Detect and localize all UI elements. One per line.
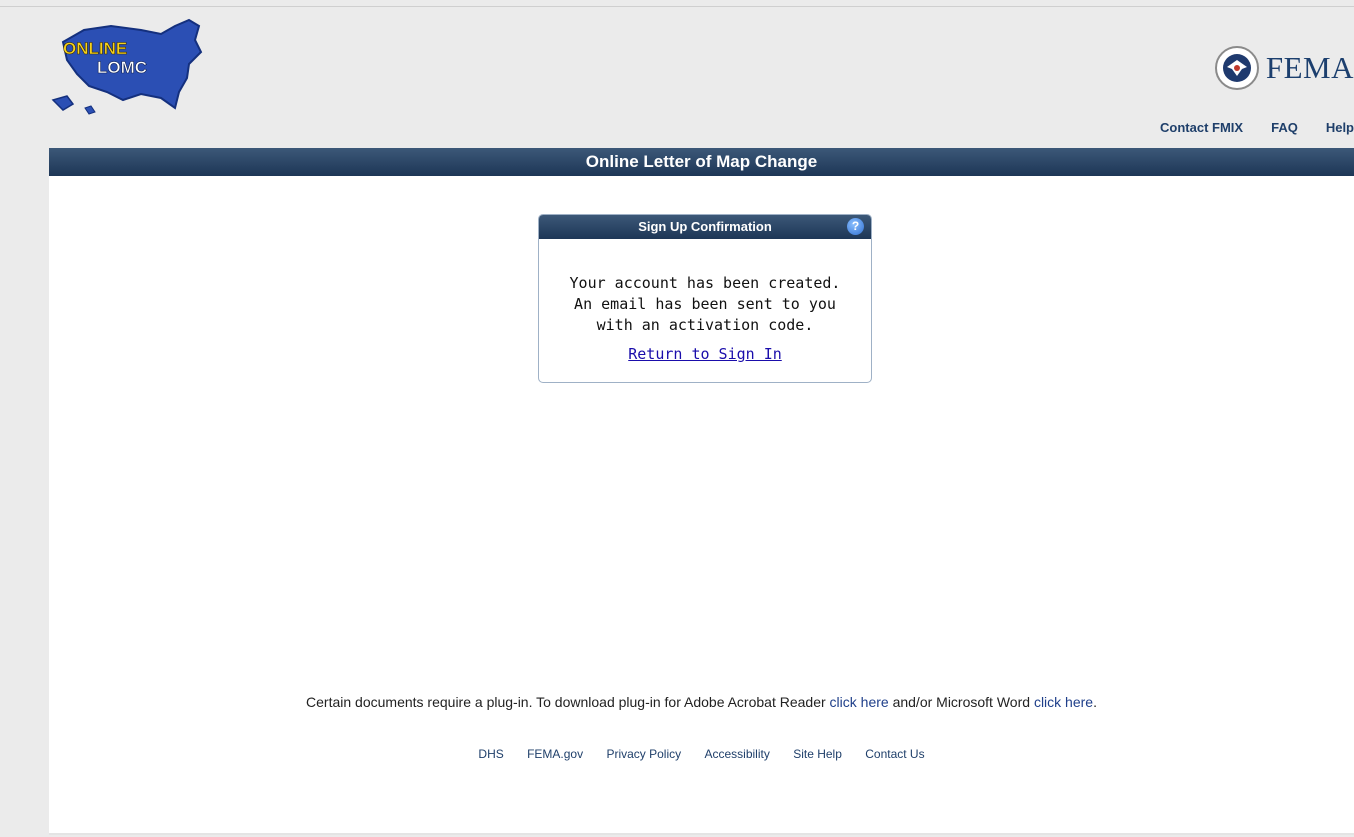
dhs-seal-icon <box>1214 46 1259 90</box>
footer-link-privacy-policy[interactable]: Privacy Policy <box>606 747 681 761</box>
main-content: Sign Up Confirmation ? Your account has … <box>49 176 1354 833</box>
page-title-bar: Online Letter of Map Change <box>49 148 1354 176</box>
message-line-2: An email has been sent to you <box>574 295 836 313</box>
panel-header: Sign Up Confirmation ? <box>539 215 871 239</box>
online-lomc-logo[interactable]: ONLINE LOMC <box>49 12 209 117</box>
message-line-1: Your account has been created. <box>569 274 841 292</box>
footer-link-dhs[interactable]: DHS <box>478 747 503 761</box>
hawaii-shape <box>84 105 96 115</box>
top-links: Contact FMIX FAQ Help <box>1132 120 1354 135</box>
page: ONLINE LOMC FEMA Contact FMIX FAQ Help O… <box>49 7 1354 833</box>
alaska-shape <box>51 95 75 111</box>
plugin-text-3: . <box>1093 694 1097 710</box>
header: ONLINE LOMC FEMA Contact FMIX FAQ Help <box>49 7 1354 148</box>
bottom-rule <box>49 833 1354 835</box>
contact-fmix-link[interactable]: Contact FMIX <box>1160 120 1243 135</box>
help-link[interactable]: Help <box>1326 120 1354 135</box>
logo-text-lomc: LOMC <box>97 58 147 77</box>
logo-text-online: ONLINE <box>63 39 127 58</box>
footer-link-site-help[interactable]: Site Help <box>793 747 842 761</box>
message-line-3: with an activation code. <box>596 316 814 334</box>
fema-brand[interactable]: FEMA <box>1214 34 1354 102</box>
footer-link-fema-gov[interactable]: FEMA.gov <box>527 747 583 761</box>
panel-title: Sign Up Confirmation <box>638 219 772 234</box>
panel-body: Your account has been created. An email … <box>539 239 871 365</box>
word-download-link[interactable]: click here <box>1034 694 1093 710</box>
sign-up-confirmation-panel: Sign Up Confirmation ? Your account has … <box>538 214 872 383</box>
footer-links: DHS FEMA.gov Privacy Policy Accessibilit… <box>49 747 1354 761</box>
acrobat-download-link[interactable]: click here <box>830 694 889 710</box>
faq-link[interactable]: FAQ <box>1271 120 1298 135</box>
footer-link-accessibility[interactable]: Accessibility <box>704 747 769 761</box>
help-icon[interactable]: ? <box>847 218 864 235</box>
plugin-text-2: and/or Microsoft Word <box>888 694 1034 710</box>
plugin-text-1: Certain documents require a plug-in. To … <box>306 694 830 710</box>
footer-link-contact-us[interactable]: Contact Us <box>865 747 924 761</box>
plugin-notice: Certain documents require a plug-in. To … <box>49 694 1354 710</box>
fema-wordmark: FEMA <box>1265 50 1354 85</box>
return-to-sign-in-link[interactable]: Return to Sign In <box>628 344 782 365</box>
